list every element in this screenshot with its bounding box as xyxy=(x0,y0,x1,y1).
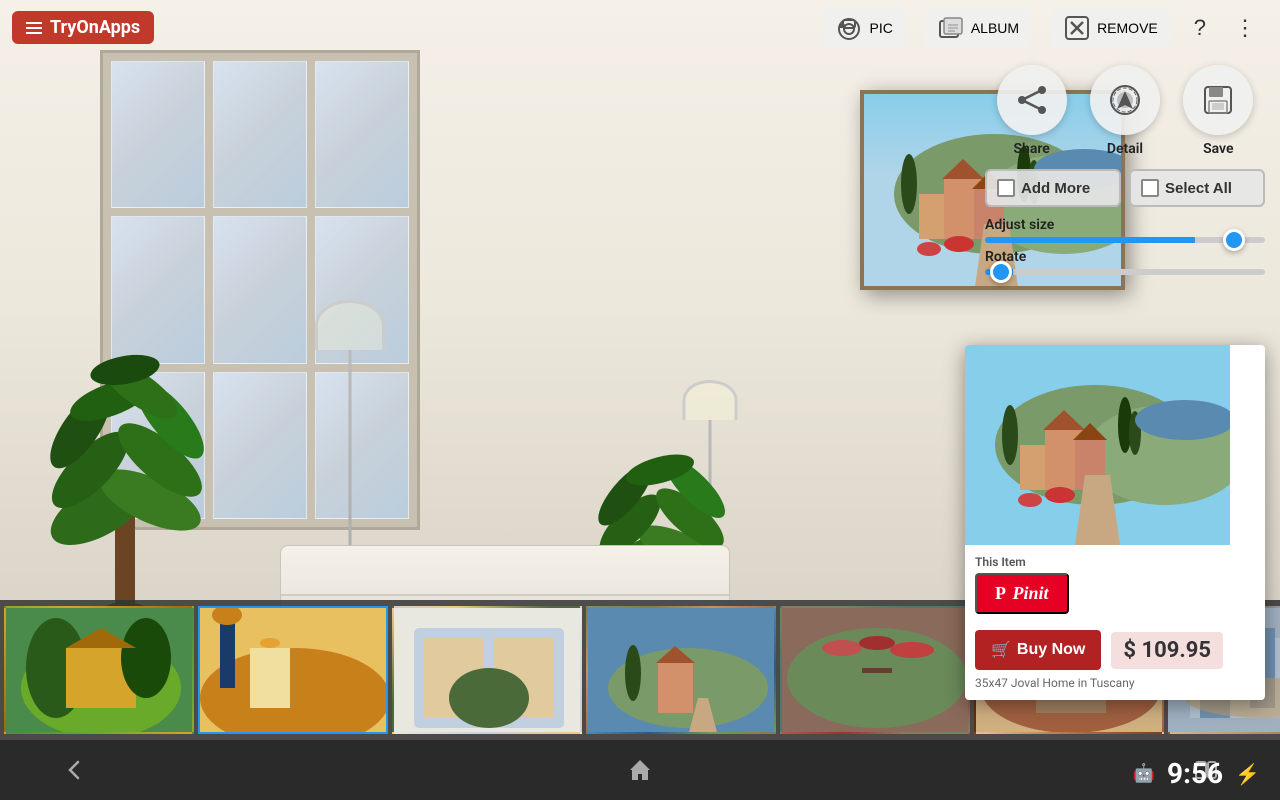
rotate-section: Rotate xyxy=(985,249,1265,275)
topbar: TryOnApps PIC xyxy=(0,0,1280,55)
remove-label: REMOVE xyxy=(1097,20,1158,36)
remove-button[interactable]: REMOVE xyxy=(1051,8,1170,48)
product-popup: This Item Pinit 🛒 Buy Now $ 109.95 35x47… xyxy=(965,345,1265,700)
pic-label: PIC xyxy=(869,20,892,36)
rotate-label: Rotate xyxy=(985,249,1265,265)
album-icon xyxy=(937,14,965,42)
couch-back xyxy=(281,546,729,596)
size-slider-thumb[interactable] xyxy=(1223,229,1245,251)
share-action[interactable]: Share xyxy=(997,65,1067,157)
rotate-slider-track[interactable] xyxy=(985,269,1265,275)
battery-icon: ⚡ xyxy=(1235,762,1260,786)
pinit-button[interactable]: Pinit xyxy=(975,573,1069,614)
window-pane xyxy=(315,61,409,208)
camera-icon xyxy=(835,14,863,42)
thumbnail-item[interactable] xyxy=(586,606,776,734)
window-pane xyxy=(213,61,307,208)
clock-display: 9:56 xyxy=(1167,757,1223,790)
save-action[interactable]: Save xyxy=(1183,65,1253,157)
add-select-row: Add More Select All xyxy=(985,169,1265,207)
thumbnail-item[interactable] xyxy=(780,606,970,734)
home-button[interactable] xyxy=(626,756,654,784)
thumbnail-item[interactable] xyxy=(4,606,194,734)
adjust-size-label: Adjust size xyxy=(985,217,1265,233)
detail-action[interactable]: Detail xyxy=(1090,65,1160,157)
save-icon xyxy=(1183,65,1253,135)
detail-icon xyxy=(1090,65,1160,135)
adjust-size-section: Adjust size xyxy=(985,217,1265,243)
more-options-button[interactable]: ⋮ xyxy=(1230,11,1260,45)
album-button[interactable]: ALBUM xyxy=(925,8,1031,48)
product-description: 35x47 Joval Home in Tuscany xyxy=(975,676,1255,690)
detail-label: Detail xyxy=(1107,141,1143,157)
buy-now-label: Buy Now xyxy=(1017,641,1085,659)
buy-now-button[interactable]: 🛒 Buy Now xyxy=(975,630,1101,670)
share-icon xyxy=(997,65,1067,135)
save-label: Save xyxy=(1203,141,1233,157)
pinit-label: Pinit xyxy=(1013,583,1049,603)
pic-button[interactable]: PIC xyxy=(823,8,904,48)
album-label: ALBUM xyxy=(971,20,1019,36)
buy-now-row: 🛒 Buy Now $ 109.95 xyxy=(975,630,1255,670)
add-more-label: Add More xyxy=(1021,180,1090,197)
select-all-label: Select All xyxy=(1165,180,1232,197)
app-title: TryOnApps xyxy=(50,17,140,38)
add-more-checkbox xyxy=(997,179,1015,197)
this-item-label: This Item xyxy=(975,555,1255,569)
back-button[interactable] xyxy=(60,756,88,784)
rotate-slider-thumb[interactable] xyxy=(990,261,1012,283)
topbar-actions: PIC ALBUM REMOVE xyxy=(823,8,1280,48)
bottom-nav: 🤖 9:56 ⚡ xyxy=(0,740,1280,800)
remove-icon xyxy=(1063,14,1091,42)
size-slider-track[interactable] xyxy=(985,237,1265,243)
menu-icon[interactable] xyxy=(26,22,42,34)
select-all-button[interactable]: Select All xyxy=(1129,169,1265,207)
popup-painting-thumb xyxy=(965,345,1230,545)
cart-icon: 🛒 xyxy=(991,640,1011,660)
price-display: $ 109.95 xyxy=(1111,632,1223,669)
add-more-button[interactable]: Add More xyxy=(985,169,1121,207)
window-pane xyxy=(111,61,205,208)
thumbnail-item[interactable] xyxy=(198,606,388,734)
right-panel: Share Detail Sav xyxy=(985,65,1265,283)
thumbnail-item[interactable] xyxy=(392,606,582,734)
app-logo[interactable]: TryOnApps xyxy=(12,11,154,44)
share-label: Share xyxy=(1013,141,1049,157)
select-all-checkbox xyxy=(1141,179,1159,197)
status-bar: 🤖 9:56 ⚡ xyxy=(1133,757,1260,790)
action-buttons-row: Share Detail Sav xyxy=(985,65,1265,157)
popup-content: This Item Pinit 🛒 Buy Now $ 109.95 35x47… xyxy=(965,545,1265,700)
help-button[interactable]: ? xyxy=(1190,11,1210,45)
android-icon: 🤖 xyxy=(1133,763,1155,784)
